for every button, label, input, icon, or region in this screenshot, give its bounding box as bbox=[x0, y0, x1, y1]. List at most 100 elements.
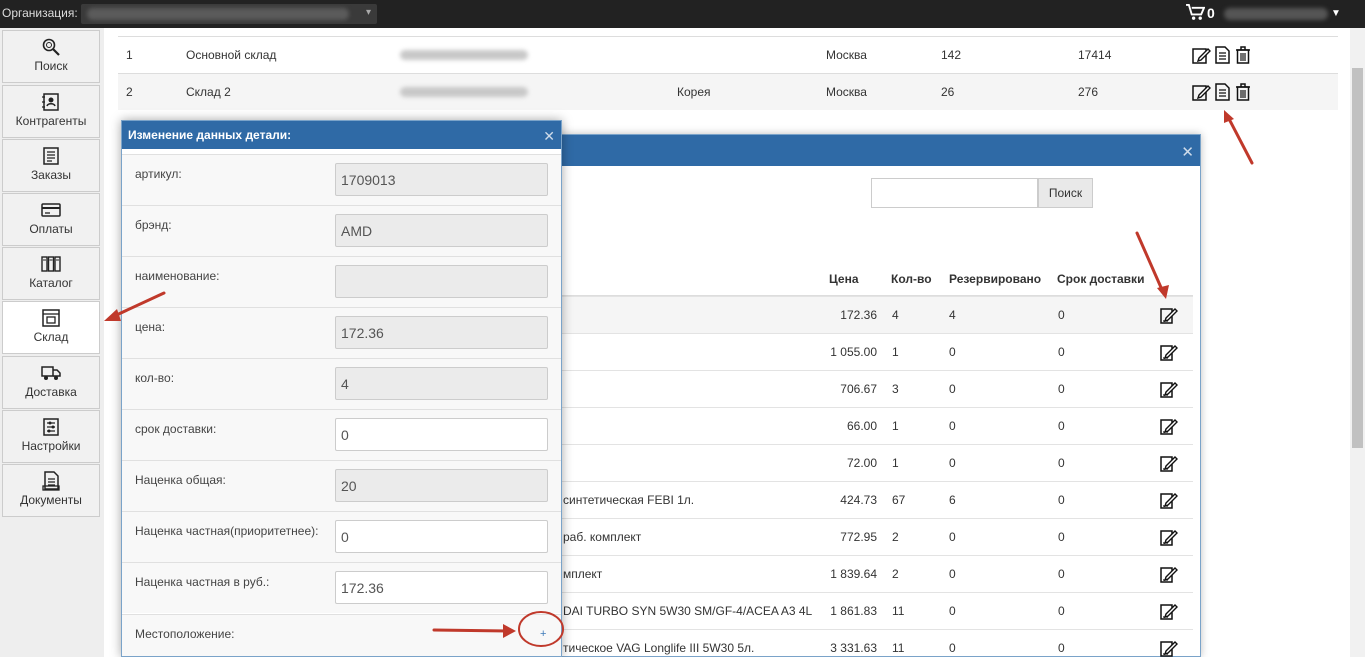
form-row: наименование: bbox=[122, 256, 561, 307]
product-reserved: 0 bbox=[949, 530, 956, 544]
sidebar-item-label: Поиск bbox=[34, 59, 68, 73]
product-reserved: 0 bbox=[949, 456, 956, 470]
search-button[interactable]: Поиск bbox=[1038, 178, 1093, 208]
sidebar-item-delivery[interactable]: Доставка bbox=[2, 356, 100, 409]
sidebar-item-documents[interactable]: Документы bbox=[2, 464, 100, 517]
product-price: 1 861.83 bbox=[830, 604, 877, 618]
product-qty: 2 bbox=[892, 567, 899, 581]
document-icon[interactable] bbox=[1212, 82, 1232, 102]
column-header-delivery: Срок доставки bbox=[1057, 272, 1145, 286]
edit-icon[interactable] bbox=[1159, 416, 1179, 436]
product-price: 66.00 bbox=[846, 419, 877, 433]
close-icon[interactable]: ✕ bbox=[1181, 143, 1194, 161]
trash-icon[interactable] bbox=[1233, 82, 1253, 102]
product-reserved: 6 bbox=[949, 493, 956, 507]
product-delivery: 0 bbox=[1058, 493, 1065, 507]
field-label: цена: bbox=[135, 320, 166, 334]
organization-label: Организация: bbox=[2, 6, 78, 20]
product-name: DAI TURBO SYN 5W30 SM/GF-4/ACEA A3 4L bbox=[563, 604, 813, 618]
trash-icon[interactable] bbox=[1233, 45, 1253, 65]
sidebar-item-payments[interactable]: Оплаты bbox=[2, 193, 100, 246]
product-qty: 11 bbox=[892, 641, 905, 655]
form-row: брэнд: AMD bbox=[122, 205, 561, 256]
sidebar-item-label: Контрагенты bbox=[15, 114, 87, 128]
edit-icon[interactable] bbox=[1159, 638, 1179, 657]
settings-icon bbox=[43, 418, 59, 436]
sidebar-item-orders[interactable]: Заказы bbox=[2, 139, 100, 192]
product-qty: 67 bbox=[892, 493, 906, 507]
product-price: 172.36 bbox=[840, 308, 877, 322]
sidebar-item-warehouse[interactable]: Склад bbox=[2, 301, 100, 354]
column-header-reserved: Резервировано bbox=[949, 272, 1042, 286]
edit-icon[interactable] bbox=[1159, 601, 1179, 621]
cart-icon bbox=[1186, 4, 1205, 20]
sidebar-item-label: Заказы bbox=[30, 168, 72, 182]
sidebar-item-settings[interactable]: Настройки bbox=[2, 410, 100, 463]
row-actions bbox=[1191, 82, 1253, 102]
edit-icon[interactable] bbox=[1159, 453, 1179, 473]
warehouse-count: 142 bbox=[941, 48, 962, 62]
edit-part-modal: Изменение данных детали: ✕ артикул: 17090… bbox=[121, 120, 562, 657]
edit-icon[interactable] bbox=[1191, 45, 1211, 65]
warehouse-address-blurred bbox=[400, 49, 528, 63]
table-row: 1 055.00 1 0 0 bbox=[493, 333, 1193, 370]
chevron-down-icon[interactable]: ▼ bbox=[1331, 8, 1341, 19]
edit-icon[interactable] bbox=[1159, 564, 1179, 584]
field-label: кол-во: bbox=[135, 371, 175, 385]
table-row: 172.36 4 4 0 bbox=[493, 296, 1193, 333]
sidebar-item-catalog[interactable]: Каталог bbox=[2, 247, 100, 300]
add-location-button[interactable]: + bbox=[540, 628, 546, 640]
product-qty: 1 bbox=[892, 345, 899, 359]
field-input bbox=[335, 265, 548, 298]
warehouse-total: 276 bbox=[1078, 85, 1099, 99]
warehouse-name: Основной склад bbox=[186, 48, 277, 62]
edit-icon[interactable] bbox=[1159, 490, 1179, 510]
search-input[interactable] bbox=[871, 178, 1038, 208]
scrollbar-thumb[interactable] bbox=[1352, 68, 1363, 448]
column-header-qty: Кол-во bbox=[891, 272, 932, 286]
product-reserved: 0 bbox=[949, 419, 956, 433]
edit-icon[interactable] bbox=[1159, 305, 1179, 325]
edit-icon[interactable] bbox=[1159, 527, 1179, 547]
form-row-location: Местоположение: + bbox=[122, 614, 561, 656]
product-price: 3 331.63 bbox=[830, 641, 877, 655]
table-row: 2 Склад 2 Корея Москва 26 276 bbox=[118, 73, 1338, 110]
field-input[interactable]: 172.36 bbox=[335, 571, 548, 604]
close-icon[interactable]: ✕ bbox=[543, 128, 555, 145]
sidebar-item-contragents[interactable]: Контрагенты bbox=[2, 85, 100, 138]
edit-icon[interactable] bbox=[1159, 342, 1179, 362]
product-delivery: 0 bbox=[1058, 641, 1065, 655]
sidebar-item-search[interactable]: Поиск bbox=[2, 30, 100, 83]
product-reserved: 0 bbox=[949, 641, 956, 655]
edit-icon[interactable] bbox=[1191, 82, 1211, 102]
cart-button[interactable]: 0 bbox=[1186, 4, 1215, 21]
user-menu[interactable] bbox=[1224, 8, 1328, 20]
product-price: 1 055.00 bbox=[830, 345, 877, 359]
product-qty: 1 bbox=[892, 456, 899, 470]
page-scrollbar[interactable] bbox=[1350, 28, 1365, 657]
catalog-icon bbox=[41, 256, 61, 272]
product-delivery: 0 bbox=[1058, 345, 1065, 359]
warehouse-icon bbox=[42, 309, 60, 327]
edit-icon[interactable] bbox=[1159, 379, 1179, 399]
warehouse-contents-modal: ✕ Поиск Цена Кол-во Резервировано Срок д… bbox=[492, 134, 1201, 657]
warehouse-count: 26 bbox=[941, 85, 955, 99]
table-row: мплект 1 839.64 2 0 0 bbox=[493, 555, 1193, 592]
product-reserved: 0 bbox=[949, 567, 956, 581]
field-input[interactable]: 0 bbox=[335, 418, 548, 451]
product-delivery: 0 bbox=[1058, 308, 1065, 322]
document-icon[interactable] bbox=[1212, 45, 1232, 65]
product-qty: 3 bbox=[892, 382, 899, 396]
warehouse-city: Москва bbox=[826, 85, 867, 99]
product-name: раб. комплект bbox=[563, 530, 642, 544]
organization-select[interactable]: ▾ bbox=[81, 4, 377, 24]
product-delivery: 0 bbox=[1058, 382, 1065, 396]
delivery-icon bbox=[41, 366, 61, 380]
field-input[interactable]: 0 bbox=[335, 520, 548, 553]
form-row: Наценка частная в руб.: 172.36 bbox=[122, 562, 561, 613]
sidebar-item-label: Каталог bbox=[29, 276, 73, 290]
table-row: раб. комплект 772.95 2 0 0 bbox=[493, 518, 1193, 555]
sidebar-item-label: Доставка bbox=[25, 385, 77, 399]
field-label: срок доставки: bbox=[135, 422, 217, 436]
product-name: мплект bbox=[563, 567, 603, 581]
